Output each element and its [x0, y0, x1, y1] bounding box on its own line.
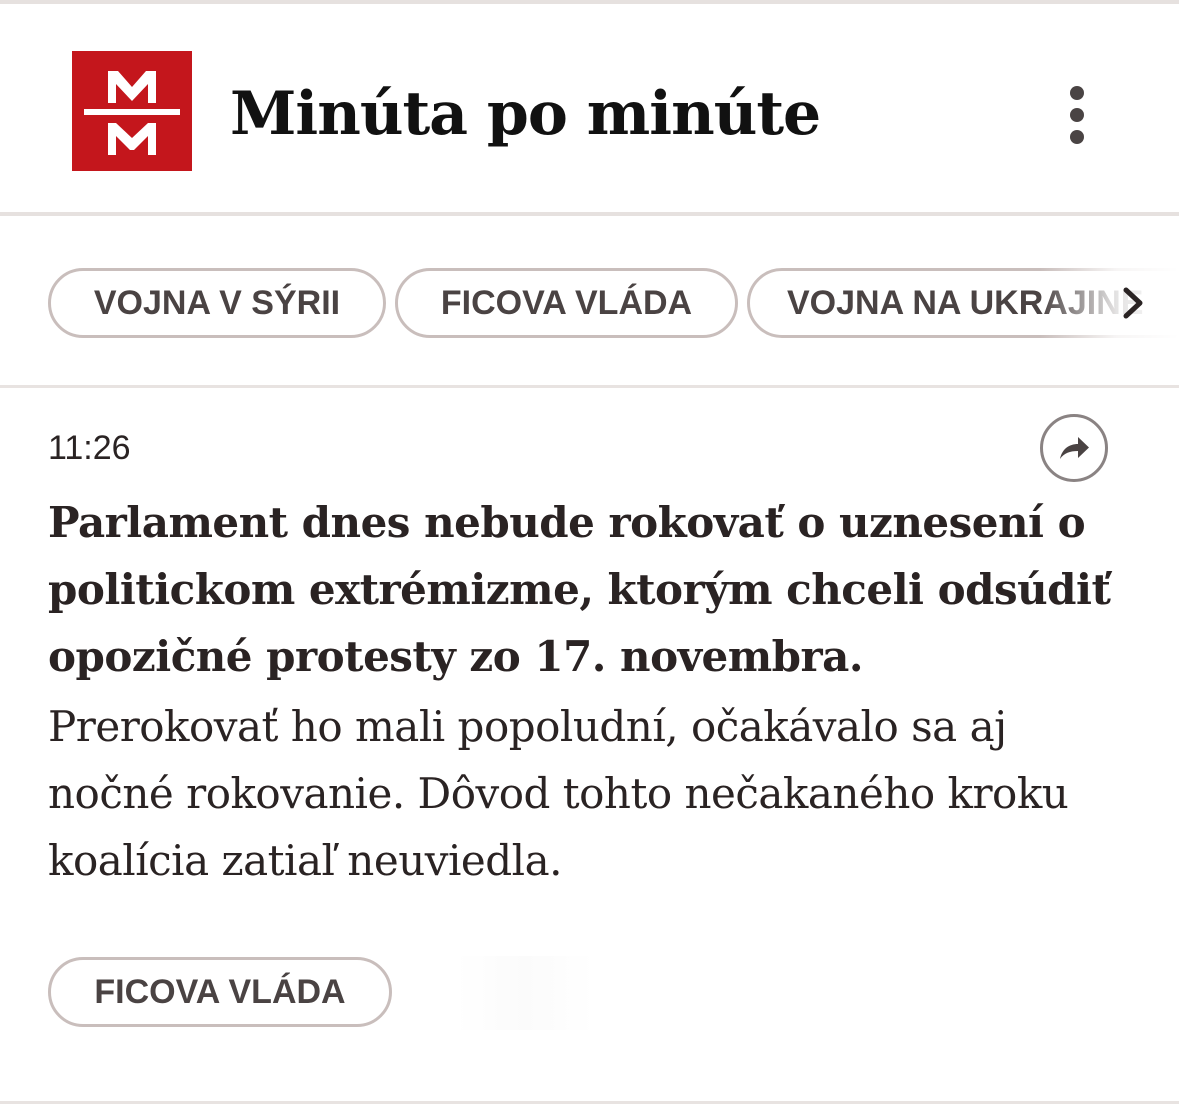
brand-logo[interactable]: [72, 51, 192, 171]
chips-fade-overlay: [1040, 257, 1179, 349]
share-button[interactable]: [1040, 414, 1108, 482]
topics-divider: [0, 385, 1179, 388]
more-vertical-icon-dot: [1070, 130, 1084, 144]
chevron-right-icon[interactable]: [1118, 285, 1148, 321]
entry-tag-ficova-vlada[interactable]: FICOVA VLÁDA: [48, 957, 392, 1027]
tag-placeholder: [455, 956, 595, 1030]
topic-chip-vojna-v-syrii[interactable]: VOJNA V SÝRII: [48, 268, 386, 338]
entry-timestamp: 11:26: [48, 429, 131, 467]
more-vertical-icon-dot: [1070, 108, 1084, 122]
entry-body: Prerokovať ho mali popoludní, očakávalo …: [48, 702, 1069, 885]
page: Minúta po minúte VOJNA V SÝRII FICOVA VL…: [0, 0, 1179, 1106]
app-title: Minúta po minúte: [230, 79, 821, 149]
app-header: Minúta po minúte: [0, 4, 1179, 213]
more-options-button[interactable]: [1050, 78, 1104, 152]
topic-chips-bar[interactable]: VOJNA V SÝRII FICOVA VLÁDA VOJNA NA UKRA…: [0, 217, 1179, 387]
more-vertical-icon: [1070, 86, 1084, 100]
share-icon: [1060, 437, 1089, 459]
live-feed-entry: 11:26 Parlament dnes nebude rokovať o uz…: [0, 390, 1179, 1102]
header-divider: [0, 212, 1179, 216]
entry-headline: Parlament dnes nebude rokovať o uznesení…: [48, 498, 1111, 681]
topic-chip-ficova-vlada[interactable]: FICOVA VLÁDA: [395, 268, 738, 338]
bottom-divider: [0, 1101, 1179, 1104]
logo-mm-icon: [72, 51, 192, 171]
